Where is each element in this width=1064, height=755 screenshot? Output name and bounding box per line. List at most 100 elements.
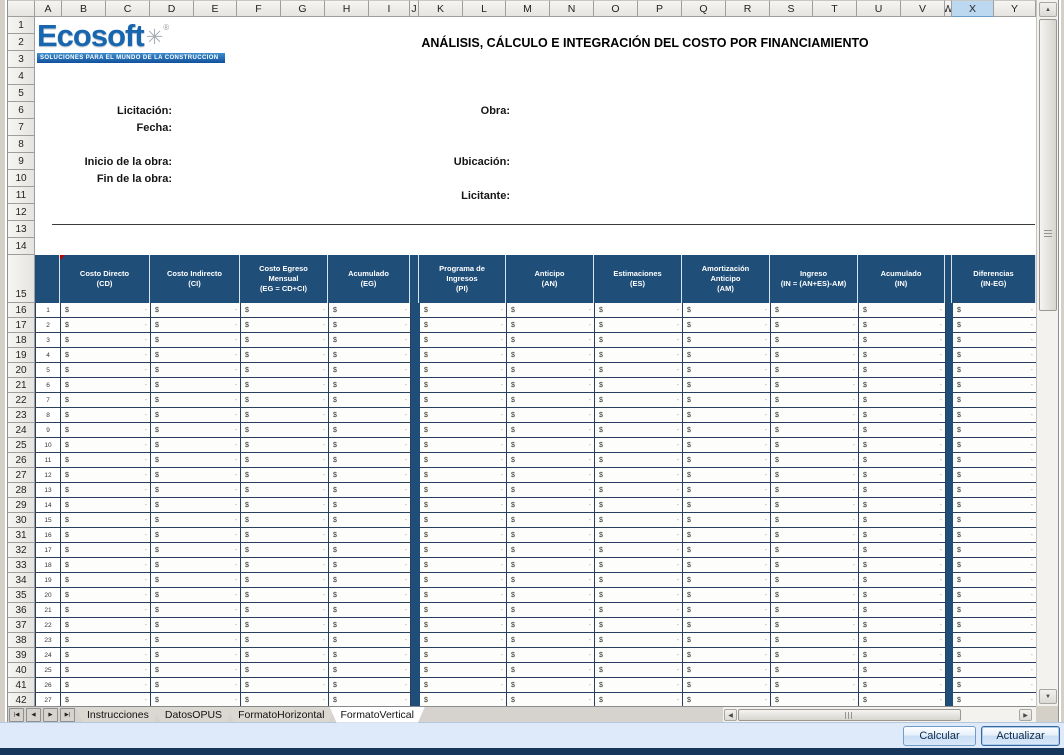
value-cell[interactable]: $- — [61, 438, 151, 453]
value-cell[interactable]: $- — [953, 648, 1036, 663]
value-cell[interactable]: $- — [595, 513, 683, 528]
value-cell[interactable]: $- — [507, 393, 595, 408]
value-cell[interactable]: $- — [595, 453, 683, 468]
value-cell[interactable]: $- — [953, 693, 1036, 706]
value-cell[interactable]: $- — [953, 378, 1036, 393]
value-cell[interactable]: $- — [595, 498, 683, 513]
value-cell[interactable]: $- — [420, 483, 507, 498]
value-cell[interactable]: $- — [771, 318, 859, 333]
value-cell[interactable]: $- — [420, 663, 507, 678]
value-cell[interactable]: $- — [61, 648, 151, 663]
row-header-8[interactable]: 8 — [8, 136, 35, 153]
value-cell[interactable]: $- — [859, 528, 946, 543]
value-cell[interactable]: $- — [329, 618, 411, 633]
value-cell[interactable]: $- — [507, 423, 595, 438]
row-header-26[interactable]: 26 — [8, 453, 35, 468]
row-header-19[interactable]: 19 — [8, 348, 35, 363]
column-header-A[interactable]: A — [35, 0, 62, 17]
value-cell[interactable]: $- — [953, 663, 1036, 678]
value-cell[interactable]: $- — [507, 483, 595, 498]
tabs-prev-button[interactable]: ◀ — [26, 708, 41, 722]
value-cell[interactable]: $- — [771, 693, 859, 706]
value-cell[interactable]: $- — [151, 363, 241, 378]
value-cell[interactable]: $- — [61, 693, 151, 706]
data-row-number[interactable]: 9 — [36, 423, 61, 438]
value-cell[interactable]: $- — [859, 483, 946, 498]
value-cell[interactable]: $- — [329, 513, 411, 528]
value-cell[interactable]: $- — [859, 588, 946, 603]
row-header-23[interactable]: 23 — [8, 408, 35, 423]
value-cell[interactable]: $- — [329, 378, 411, 393]
value-cell[interactable]: $- — [329, 453, 411, 468]
row-header-29[interactable]: 29 — [8, 498, 35, 513]
table-header-cell[interactable]: Estimaciones (ES) — [594, 255, 682, 303]
data-row-number[interactable]: 18 — [36, 558, 61, 573]
value-cell[interactable]: $- — [859, 453, 946, 468]
value-cell[interactable]: $- — [771, 348, 859, 363]
value-cell[interactable]: $- — [241, 588, 329, 603]
value-cell[interactable]: $- — [771, 513, 859, 528]
data-row-number[interactable]: 1 — [36, 303, 61, 318]
value-cell[interactable]: $- — [241, 558, 329, 573]
vertical-scrollbar[interactable]: ▲ ▼ — [1036, 0, 1058, 706]
row-header-33[interactable]: 33 — [8, 558, 35, 573]
value-cell[interactable]: $- — [329, 678, 411, 693]
row-header-18[interactable]: 18 — [8, 333, 35, 348]
table-header-cell[interactable]: Amortización Anticipo (AM) — [682, 255, 770, 303]
select-all-corner[interactable] — [8, 0, 35, 17]
value-cell[interactable]: $- — [61, 573, 151, 588]
value-cell[interactable]: $- — [953, 528, 1036, 543]
value-cell[interactable]: $- — [771, 453, 859, 468]
value-cell[interactable]: $- — [859, 543, 946, 558]
value-cell[interactable]: $- — [859, 333, 946, 348]
value-cell[interactable]: $- — [241, 483, 329, 498]
value-cell[interactable]: $- — [241, 363, 329, 378]
row-header-17[interactable]: 17 — [8, 318, 35, 333]
value-cell[interactable]: $- — [420, 543, 507, 558]
value-cell[interactable]: $- — [241, 618, 329, 633]
value-cell[interactable]: $- — [859, 558, 946, 573]
column-header-C[interactable]: C — [106, 0, 150, 17]
value-cell[interactable]: $- — [329, 648, 411, 663]
value-cell[interactable]: $- — [859, 633, 946, 648]
row-header-10[interactable]: 10 — [8, 170, 35, 187]
column-header-Q[interactable]: Q — [682, 0, 726, 17]
value-cell[interactable]: $- — [329, 393, 411, 408]
column-header-F[interactable]: F — [237, 0, 281, 17]
value-cell[interactable]: $- — [953, 543, 1036, 558]
row-header-31[interactable]: 31 — [8, 528, 35, 543]
value-cell[interactable]: $- — [420, 333, 507, 348]
value-cell[interactable]: $- — [507, 513, 595, 528]
value-cell[interactable]: $- — [151, 378, 241, 393]
table-header-cell[interactable]: Acumulado (EG) — [328, 255, 410, 303]
value-cell[interactable]: $- — [151, 603, 241, 618]
value-cell[interactable]: $- — [953, 333, 1036, 348]
value-cell[interactable]: $- — [420, 513, 507, 528]
table-header-cell[interactable]: Programa de Ingresos (PI) — [419, 255, 506, 303]
row-header-16[interactable]: 16 — [8, 303, 35, 318]
value-cell[interactable]: $- — [61, 393, 151, 408]
value-cell[interactable]: $- — [595, 363, 683, 378]
horizontal-scroll-thumb[interactable] — [738, 709, 961, 721]
value-cell[interactable]: $- — [61, 348, 151, 363]
value-cell[interactable]: $- — [859, 438, 946, 453]
sheet-tab-formatohorizontal[interactable]: FormatoHorizontal — [227, 707, 335, 723]
scroll-up-button[interactable]: ▲ — [1039, 2, 1057, 17]
value-cell[interactable]: $- — [859, 348, 946, 363]
value-cell[interactable]: $- — [507, 468, 595, 483]
value-cell[interactable]: $- — [683, 528, 771, 543]
value-cell[interactable]: $- — [859, 663, 946, 678]
value-cell[interactable]: $- — [859, 378, 946, 393]
value-cell[interactable]: $- — [507, 648, 595, 663]
value-cell[interactable]: $- — [771, 498, 859, 513]
row-header-2[interactable]: 2 — [8, 34, 35, 51]
value-cell[interactable]: $- — [595, 678, 683, 693]
value-cell[interactable]: $- — [771, 438, 859, 453]
value-cell[interactable]: $- — [507, 543, 595, 558]
value-cell[interactable]: $- — [771, 303, 859, 318]
value-cell[interactable]: $- — [61, 498, 151, 513]
value-cell[interactable]: $- — [420, 648, 507, 663]
value-cell[interactable]: $- — [61, 303, 151, 318]
value-cell[interactable]: $- — [771, 618, 859, 633]
value-cell[interactable]: $- — [595, 423, 683, 438]
